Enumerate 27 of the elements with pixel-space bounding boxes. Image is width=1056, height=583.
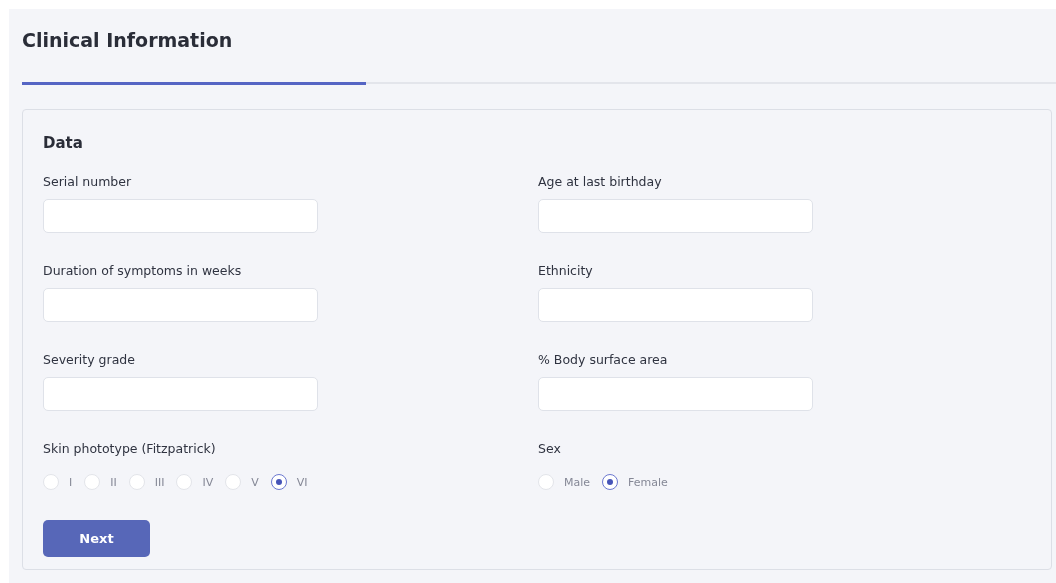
input-field[interactable] <box>538 199 813 233</box>
input-field[interactable] <box>43 377 318 411</box>
radio-label: Female <box>628 475 668 489</box>
field-label: Sex <box>538 441 562 457</box>
radio-label: III <box>154 475 165 489</box>
input-field[interactable] <box>43 288 318 322</box>
field-label: Skin phototype (Fitzpatrick) <box>43 441 217 457</box>
next-button[interactable]: Next <box>43 520 150 557</box>
field-label: Serial number <box>43 174 133 190</box>
field-label: % Body surface area <box>538 352 669 368</box>
page-title: Clinical Information <box>22 28 234 53</box>
field-label: Severity grade <box>43 352 136 368</box>
radio-label: II <box>110 475 117 489</box>
radio-button[interactable] <box>602 474 619 490</box>
radio-label: V <box>251 475 259 489</box>
radio-label: VI <box>296 475 308 489</box>
field-label: Age at last birthday <box>538 174 663 190</box>
radio-label: Male <box>564 475 591 489</box>
input-field[interactable] <box>538 377 813 411</box>
field-label: Duration of symptoms in weeks <box>43 263 243 279</box>
radio-label: I <box>69 475 73 489</box>
radio-label: IV <box>202 475 214 489</box>
radio-button[interactable] <box>270 474 287 490</box>
field-label: Ethnicity <box>538 263 594 279</box>
input-field[interactable] <box>538 288 813 322</box>
card-title: Data <box>43 134 84 152</box>
input-field[interactable] <box>43 199 318 233</box>
